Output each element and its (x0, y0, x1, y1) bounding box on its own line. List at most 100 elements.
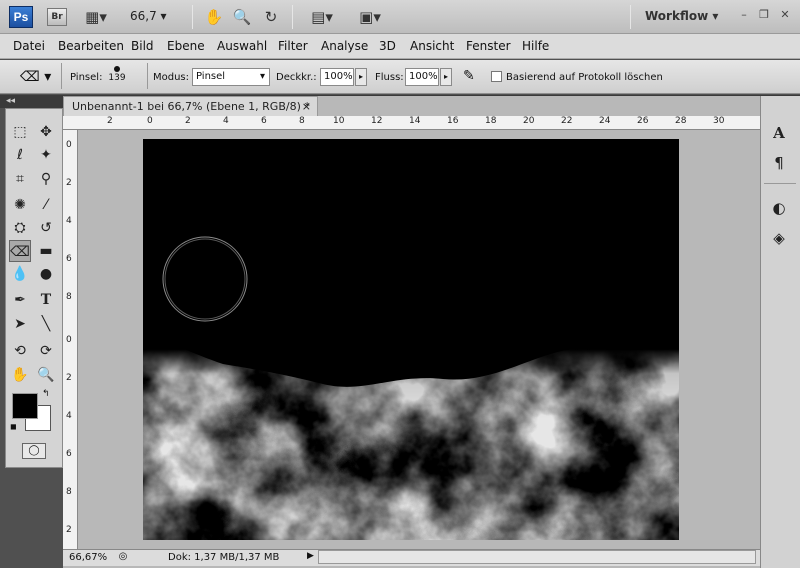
dodge-tool-icon[interactable]: ● (35, 263, 57, 285)
adjustments-panel-icon[interactable]: ◐ (768, 197, 790, 219)
image-canvas[interactable] (143, 139, 679, 540)
flow-input[interactable]: 100% (405, 68, 439, 86)
ruler-label: 8 (299, 116, 305, 126)
ruler-label: 0 (147, 116, 153, 126)
default-colors-icon[interactable]: ◼ (10, 422, 17, 431)
opacity-slider-arrow[interactable]: ▸ (355, 68, 367, 86)
flow-slider-arrow[interactable]: ▸ (440, 68, 452, 86)
arrange-documents-icon[interactable]: ▤▾ (305, 6, 339, 28)
collapse-left-icon[interactable]: ◂◂ (6, 96, 15, 106)
ruler-label: 28 (675, 116, 687, 126)
hand-icon[interactable]: ✋ (204, 6, 224, 28)
cloud-texture (143, 139, 679, 540)
document-title: Unbenannt-1 bei 66,7% (Ebene 1, RGB/8) * (72, 100, 310, 113)
ruler-label: 0 (66, 335, 72, 345)
opacity-label: Deckkr.: (276, 72, 317, 83)
film-icon[interactable]: ▦▾ (83, 6, 109, 28)
rotate-view-icon[interactable]: ↻ (261, 6, 281, 28)
ruler-label: 2 (66, 373, 72, 383)
menu-analyse[interactable]: Analyse (321, 39, 368, 53)
ruler-label: 22 (561, 116, 573, 126)
lasso-tool-icon[interactable]: ℓ (9, 144, 31, 166)
panel-divider (764, 183, 796, 184)
ruler-label: 30 (713, 116, 725, 126)
ruler-label: 26 (637, 116, 649, 126)
menu-bearbeiten[interactable]: Bearbeiten (58, 39, 124, 53)
close-icon[interactable]: ✕ (778, 8, 792, 22)
character-panel-icon[interactable]: A (768, 122, 790, 144)
ruler-label: 6 (66, 449, 72, 459)
hand-tool-icon[interactable]: ✋ (9, 364, 31, 386)
menu-ebene[interactable]: Ebene (167, 39, 205, 53)
zoom-value: 66,7 (130, 9, 157, 23)
ruler-label: 8 (66, 292, 72, 302)
opacity-input[interactable]: 100% (320, 68, 354, 86)
horizontal-scrollbar[interactable] (318, 550, 756, 564)
paragraph-panel-icon[interactable]: ¶ (768, 152, 790, 174)
ruler-label: 2 (107, 116, 113, 126)
move-tool-icon[interactable]: ✥ (35, 121, 57, 143)
path-selection-icon[interactable]: ➤ (9, 313, 31, 335)
menu-filter[interactable]: Filter (278, 39, 308, 53)
zoom-tool-icon[interactable]: 🔍 (35, 364, 57, 386)
zoom-icon[interactable]: 🔍 (232, 6, 252, 28)
menu-bild[interactable]: Bild (131, 39, 154, 53)
status-zoom[interactable]: 66,67% (69, 552, 107, 563)
line-tool-icon[interactable]: ╲ (35, 313, 57, 335)
menu-ansicht[interactable]: Ansicht (410, 39, 454, 53)
brush-tool-icon[interactable]: ⁄ (35, 194, 57, 216)
swap-colors-icon[interactable]: ↰ (42, 389, 50, 399)
options-separator (147, 63, 148, 89)
zoom-level-dropdown[interactable]: 66,7 ▾ (130, 9, 178, 25)
menu-datei[interactable]: Datei (13, 39, 45, 53)
brush-tip-icon (114, 66, 120, 72)
ruler-label: 6 (261, 116, 267, 126)
workspace-switcher[interactable]: Workflow ▾ (645, 9, 718, 23)
foreground-color-swatch[interactable] (12, 393, 38, 419)
erase-to-history-checkbox[interactable] (491, 71, 502, 82)
ruler-label: 6 (66, 254, 72, 264)
history-brush-icon[interactable]: ↺ (35, 217, 57, 239)
clone-stamp-icon[interactable]: ⛭ (9, 217, 31, 239)
brush-label: Pinsel: (70, 72, 103, 83)
document-tab[interactable]: Unbenannt-1 bei 66,7% (Ebene 1, RGB/8) *… (63, 96, 318, 116)
ruler-label: 24 (599, 116, 611, 126)
bridge-button[interactable]: Br (47, 8, 67, 26)
airbrush-icon[interactable]: ✎ (463, 66, 483, 86)
erase-to-history-label: Basierend auf Protokoll löschen (506, 72, 663, 83)
ruler-label: 2 (66, 178, 72, 188)
screen-mode-icon[interactable]: ▣▾ (353, 6, 387, 28)
menu-3d[interactable]: 3D (379, 39, 396, 53)
healing-brush-icon[interactable]: ✺ (9, 194, 31, 216)
3d-rotate-icon[interactable]: ⟲ (9, 340, 31, 362)
ruler-label: 4 (66, 411, 72, 421)
menu-auswahl[interactable]: Auswahl (217, 39, 267, 53)
close-tab-icon[interactable]: × (302, 97, 311, 116)
brush-picker[interactable]: 139 (108, 63, 126, 91)
layers-panel-icon[interactable]: ◈ (768, 227, 790, 249)
type-tool-icon[interactable]: T (35, 289, 57, 311)
pen-tool-icon[interactable]: ✒ (9, 289, 31, 311)
vertical-ruler: 0 2 4 6 8 0 2 4 6 8 2 (63, 130, 78, 550)
marquee-tool-icon[interactable]: ⬚ (9, 121, 31, 143)
mode-label: Modus: (153, 72, 190, 83)
mode-select[interactable]: Pinsel ▾ (192, 68, 270, 86)
eraser-tool-icon[interactable]: ⌫ (9, 240, 31, 262)
ruler-label: 14 (409, 116, 421, 126)
crop-tool-icon[interactable]: ⌗ (9, 168, 31, 190)
status-menu-arrow[interactable]: ▶ (307, 551, 314, 561)
eyedropper-icon[interactable]: ⚲ (35, 168, 57, 190)
3d-orbit-icon[interactable]: ⟳ (35, 340, 57, 362)
maximize-icon[interactable]: ❐ (757, 8, 771, 22)
status-icon[interactable]: ◎ (116, 551, 130, 564)
quick-mask-icon[interactable]: ◯ (22, 443, 46, 459)
eraser-tool-preset-icon[interactable]: ⌫ ▾ (20, 67, 54, 87)
gradient-tool-icon[interactable]: ▬ (35, 240, 57, 262)
magic-wand-icon[interactable]: ✦ (35, 144, 57, 166)
ruler-label: 4 (66, 216, 72, 226)
ruler-label: 8 (66, 487, 72, 497)
menu-fenster[interactable]: Fenster (466, 39, 511, 53)
menu-hilfe[interactable]: Hilfe (522, 39, 549, 53)
minimize-icon[interactable]: – (737, 8, 751, 22)
blur-tool-icon[interactable]: 💧 (9, 263, 31, 285)
